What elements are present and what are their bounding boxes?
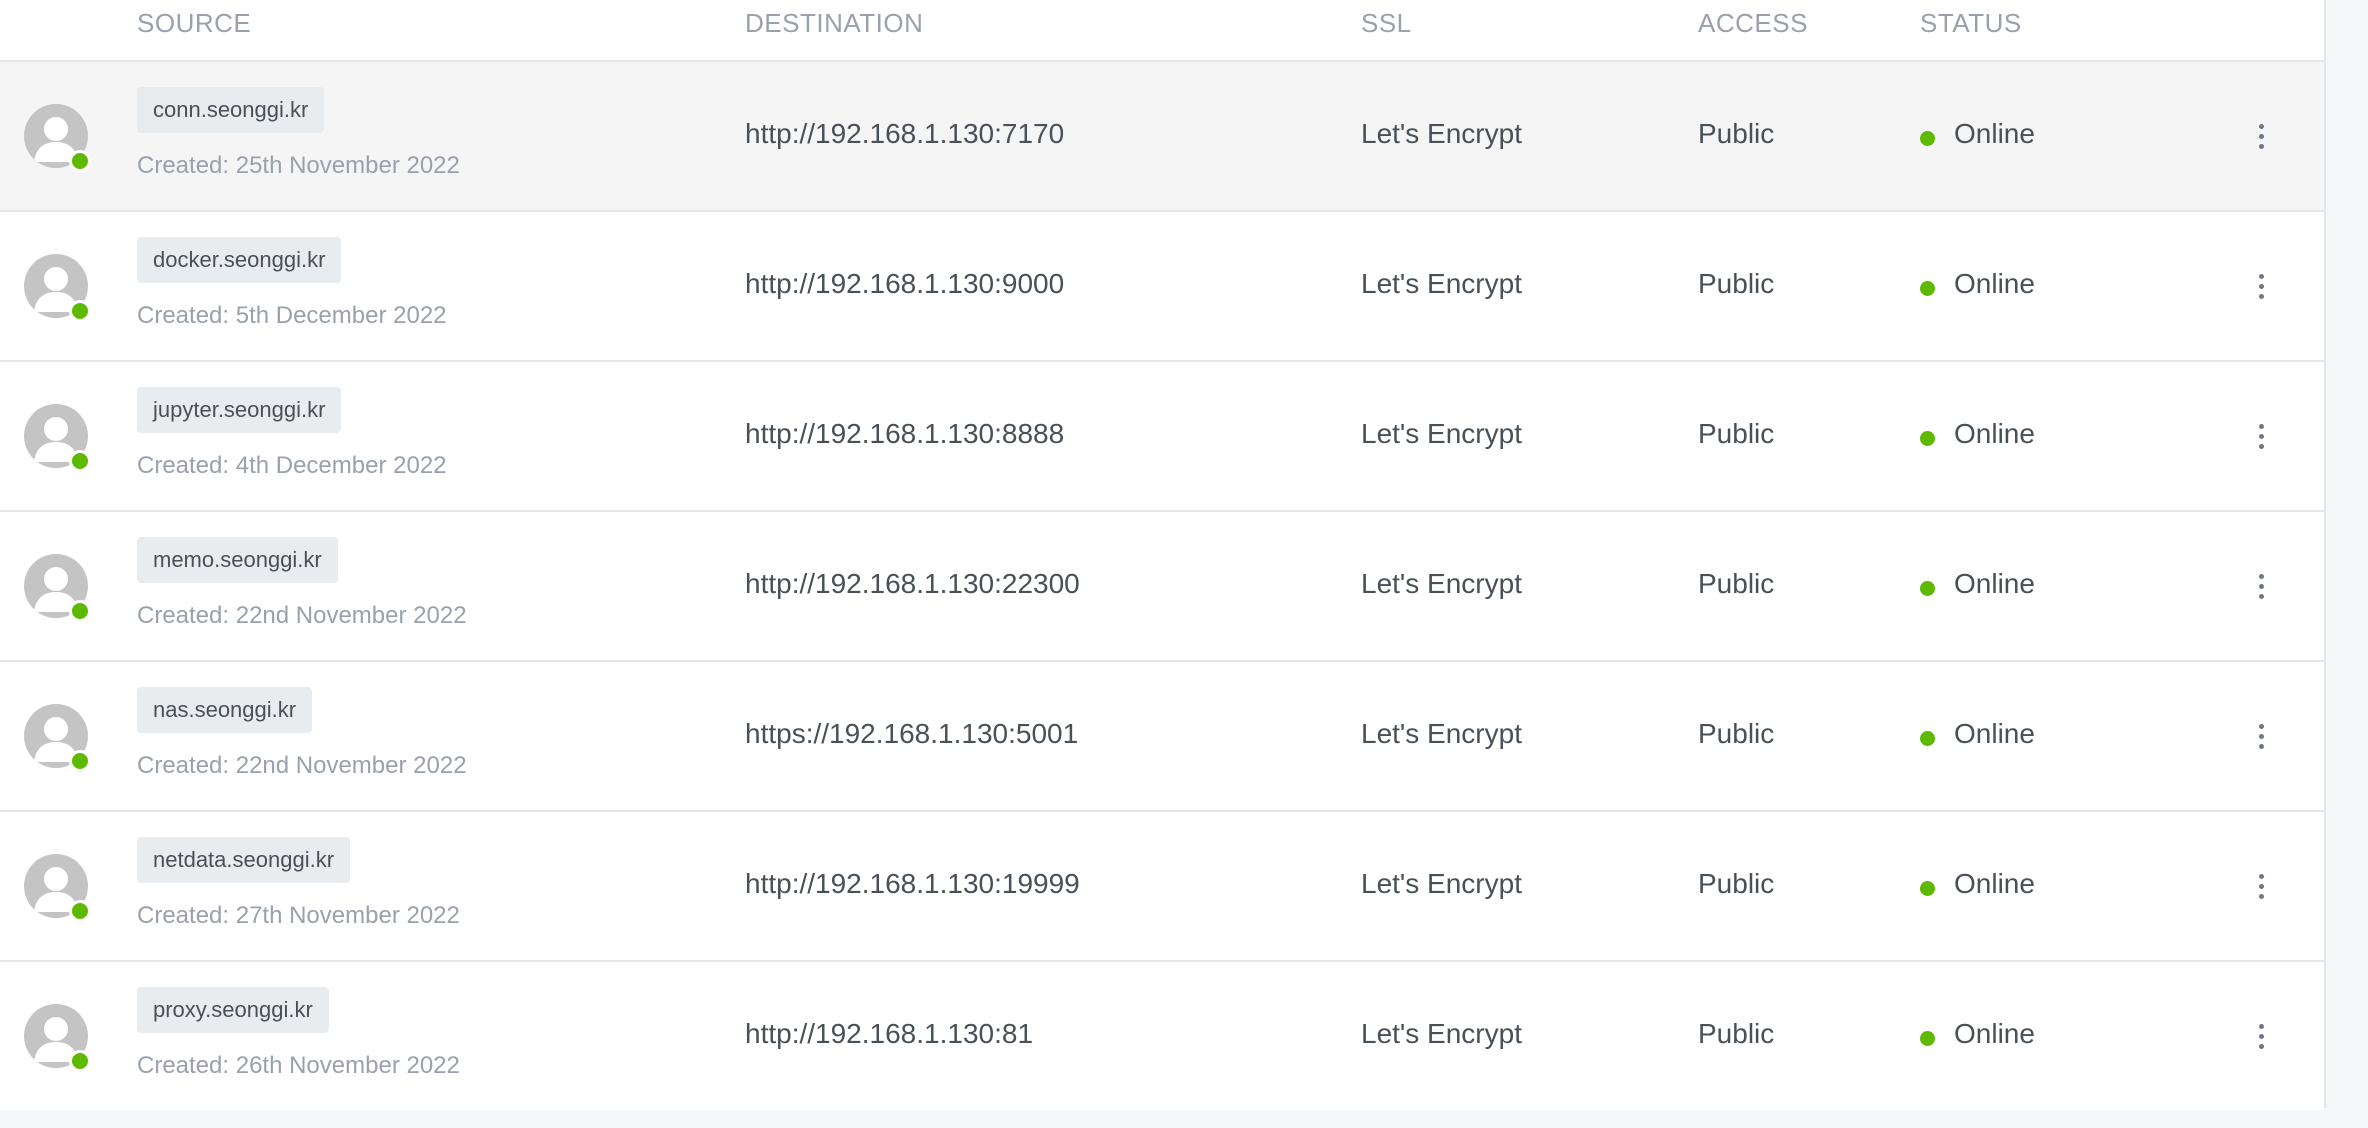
ssl-provider: Let's Encrypt (1361, 268, 1522, 299)
access-level: Public (1698, 418, 1775, 449)
kebab-menu-icon[interactable] (2246, 268, 2276, 304)
destination-url: http://192.168.1.130:22300 (745, 568, 1080, 599)
avatar-online-badge-icon (69, 600, 91, 622)
table-row[interactable]: nas.seonggi.kr Created: 22nd November 20… (0, 662, 2324, 812)
table-header: SOURCE DESTINATION SSL ACCESS STATUS (0, 0, 2324, 62)
table-row[interactable]: memo.seonggi.kr Created: 22nd November 2… (0, 512, 2324, 662)
ssl-provider: Let's Encrypt (1361, 868, 1522, 899)
ssl-provider: Let's Encrypt (1361, 118, 1522, 149)
created-date: Created: 5th December 2022 (137, 302, 447, 329)
created-date: Created: 25th November 2022 (137, 152, 460, 179)
status-dot-icon (1920, 281, 1935, 296)
access-level: Public (1698, 568, 1775, 599)
header-status: STATUS (1920, 8, 2022, 38)
destination-url: http://192.168.1.130:9000 (745, 268, 1065, 299)
status-text: Online (1954, 268, 2035, 299)
table-row[interactable]: jupyter.seonggi.kr Created: 4th December… (0, 362, 2324, 512)
table-row[interactable]: conn.seonggi.kr Created: 25th November 2… (0, 62, 2324, 212)
kebab-menu-icon[interactable] (2246, 1018, 2276, 1054)
kebab-menu-icon[interactable] (2246, 568, 2276, 604)
destination-url: http://192.168.1.130:8888 (745, 418, 1065, 449)
created-date: Created: 4th December 2022 (137, 452, 447, 479)
header-ssl: SSL (1361, 8, 1412, 38)
status-text: Online (1954, 868, 2035, 899)
created-date: Created: 26th November 2022 (137, 1052, 460, 1079)
source-domain-tag[interactable]: docker.seonggi.kr (137, 237, 342, 283)
destination-url: http://192.168.1.130:7170 (745, 118, 1065, 149)
kebab-menu-icon[interactable] (2246, 418, 2276, 454)
ssl-provider: Let's Encrypt (1361, 718, 1522, 749)
source-domain-tag[interactable]: proxy.seonggi.kr (137, 987, 329, 1033)
status-text: Online (1954, 418, 2035, 449)
table-body: conn.seonggi.kr Created: 25th November 2… (0, 62, 2324, 1110)
ssl-provider: Let's Encrypt (1361, 418, 1522, 449)
avatar-online-badge-icon (69, 300, 91, 322)
destination-url: http://192.168.1.130:81 (745, 1018, 1034, 1049)
status-dot-icon (1920, 881, 1935, 896)
status-text: Online (1954, 568, 2035, 599)
kebab-menu-icon[interactable] (2246, 118, 2276, 154)
status-dot-icon (1920, 431, 1935, 446)
source-domain-tag[interactable]: conn.seonggi.kr (137, 87, 325, 133)
access-level: Public (1698, 718, 1775, 749)
status-dot-icon (1920, 131, 1935, 146)
access-level: Public (1698, 868, 1775, 899)
ssl-provider: Let's Encrypt (1361, 1018, 1522, 1049)
table-row[interactable]: netdata.seonggi.kr Created: 27th Novembe… (0, 812, 2324, 962)
created-date: Created: 22nd November 2022 (137, 602, 467, 629)
created-date: Created: 22nd November 2022 (137, 752, 467, 779)
proxy-hosts-table: SOURCE DESTINATION SSL ACCESS STATUS con… (0, 0, 2326, 1110)
header-source: SOURCE (137, 8, 252, 38)
destination-url: http://192.168.1.130:19999 (745, 868, 1080, 899)
status-dot-icon (1920, 581, 1935, 596)
avatar-online-badge-icon (69, 450, 91, 472)
table-row[interactable]: proxy.seonggi.kr Created: 26th November … (0, 962, 2324, 1110)
created-date: Created: 27th November 2022 (137, 902, 460, 929)
table-row[interactable]: docker.seonggi.kr Created: 5th December … (0, 212, 2324, 362)
kebab-menu-icon[interactable] (2246, 868, 2276, 904)
access-level: Public (1698, 1018, 1775, 1049)
status-text: Online (1954, 118, 2035, 149)
header-access: ACCESS (1698, 8, 1808, 38)
status-text: Online (1954, 1018, 2035, 1049)
ssl-provider: Let's Encrypt (1361, 568, 1522, 599)
source-domain-tag[interactable]: jupyter.seonggi.kr (137, 387, 342, 433)
status-text: Online (1954, 718, 2035, 749)
source-domain-tag[interactable]: nas.seonggi.kr (137, 687, 313, 733)
avatar-online-badge-icon (69, 900, 91, 922)
source-domain-tag[interactable]: netdata.seonggi.kr (137, 837, 351, 883)
avatar-online-badge-icon (69, 150, 91, 172)
kebab-menu-icon[interactable] (2246, 718, 2276, 754)
source-domain-tag[interactable]: memo.seonggi.kr (137, 537, 338, 583)
avatar-online-badge-icon (69, 750, 91, 772)
access-level: Public (1698, 268, 1775, 299)
status-dot-icon (1920, 1031, 1935, 1046)
avatar-online-badge-icon (69, 1050, 91, 1072)
header-destination: DESTINATION (745, 8, 924, 38)
status-dot-icon (1920, 731, 1935, 746)
destination-url: https://192.168.1.130:5001 (745, 718, 1079, 749)
access-level: Public (1698, 118, 1775, 149)
